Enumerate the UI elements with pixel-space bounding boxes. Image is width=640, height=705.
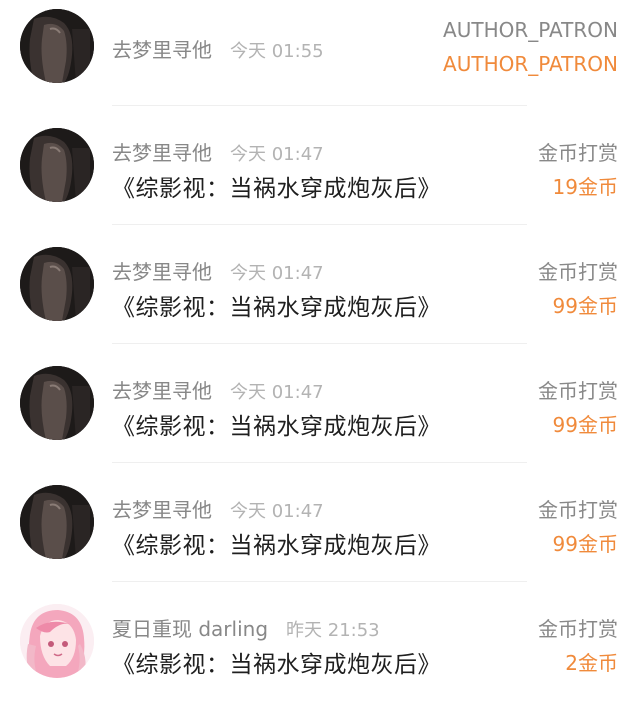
username[interactable]: 去梦里寻他 (112, 498, 212, 522)
avatar[interactable] (20, 247, 94, 321)
dark-photo-avatar-icon (20, 247, 94, 321)
list-item[interactable]: 去梦里寻他 今天 01:47 《综影视：当祸水穿成炮灰后》 金币打赏 19金币 (0, 119, 640, 238)
timestamp: 今天 01:47 (230, 263, 324, 284)
divider (112, 462, 527, 463)
list-item[interactable]: 去梦里寻他 今天 01:55 AUTHOR_PATRON AUTHOR_PATRO… (0, 0, 640, 119)
book-title[interactable]: 《综影视：当祸水穿成炮灰后》 (112, 169, 441, 203)
reward-type-label: 金币打赏 (538, 617, 618, 641)
reward-amount: 19金币 (552, 175, 618, 199)
dark-photo-avatar-icon (20, 485, 94, 559)
list-item[interactable]: 去梦里寻他 今天 01:47 《综影视：当祸水穿成炮灰后》 金币打赏 99金币 (0, 238, 640, 357)
name-line: 去梦里寻他 今天 01:47 (112, 375, 324, 404)
book-title[interactable]: 《综影视：当祸水穿成炮灰后》 (112, 288, 441, 322)
reward-amount: 2金币 (565, 651, 618, 675)
username[interactable]: 去梦里寻他 (112, 379, 212, 403)
avatar[interactable] (20, 485, 94, 559)
dark-photo-avatar-icon (20, 128, 94, 202)
username[interactable]: 去梦里寻他 (112, 38, 212, 62)
name-line: 去梦里寻他 今天 01:47 (112, 256, 324, 285)
username[interactable]: 去梦里寻他 (112, 141, 212, 165)
name-line: 去梦里寻他 今天 01:55 (112, 34, 324, 63)
divider (112, 581, 527, 582)
reward-list: 去梦里寻他 今天 01:55 AUTHOR_PATRON AUTHOR_PATRO… (0, 0, 640, 705)
reward-amount: 99金币 (552, 294, 618, 318)
divider (112, 224, 527, 225)
timestamp: 昨天 21:53 (286, 620, 380, 641)
reward-type-label: 金币打赏 (538, 260, 618, 284)
reward-type-label: 金币打赏 (538, 379, 618, 403)
name-line: 夏日重现 darling 昨天 21:53 (112, 613, 380, 642)
avatar[interactable] (20, 128, 94, 202)
avatar[interactable] (20, 9, 94, 83)
book-title[interactable]: 《综影视：当祸水穿成炮灰后》 (112, 645, 441, 679)
book-title[interactable]: 《综影视：当祸水穿成炮灰后》 (112, 407, 441, 441)
avatar[interactable] (20, 604, 94, 678)
list-item[interactable]: 去梦里寻他 今天 01:47 《综影视：当祸水穿成炮灰后》 金币打赏 99金币 (0, 476, 640, 595)
name-line: 去梦里寻他 今天 01:47 (112, 494, 324, 523)
book-title[interactable]: 《综影视：当祸水穿成炮灰后》 (112, 526, 441, 560)
timestamp: 今天 01:47 (230, 144, 324, 165)
username[interactable]: 夏日重现 darling (112, 617, 268, 641)
divider (112, 105, 527, 106)
timestamp: 今天 01:55 (230, 41, 324, 62)
divider (112, 343, 527, 344)
pink-anime-avatar-icon (20, 604, 94, 678)
reward-type-label: 金币打赏 (538, 141, 618, 165)
name-line: 去梦里寻他 今天 01:47 (112, 137, 324, 166)
reward-amount: 99金币 (552, 413, 618, 437)
reward-type-highlight: AUTHOR_PATRON (443, 52, 618, 76)
dark-photo-avatar-icon (20, 9, 94, 83)
list-item[interactable]: 去梦里寻他 今天 01:47 《综影视：当祸水穿成炮灰后》 金币打赏 99金币 (0, 357, 640, 476)
dark-photo-avatar-icon (20, 366, 94, 440)
timestamp: 今天 01:47 (230, 382, 324, 403)
timestamp: 今天 01:47 (230, 501, 324, 522)
list-item[interactable]: 夏日重现 darling 昨天 21:53 《综影视：当祸水穿成炮灰后》 金币打赏… (0, 595, 640, 705)
avatar[interactable] (20, 366, 94, 440)
reward-type-label: 金币打赏 (538, 498, 618, 522)
reward-type-label: AUTHOR_PATRON (443, 18, 618, 42)
reward-amount: 99金币 (552, 532, 618, 556)
username[interactable]: 去梦里寻他 (112, 260, 212, 284)
